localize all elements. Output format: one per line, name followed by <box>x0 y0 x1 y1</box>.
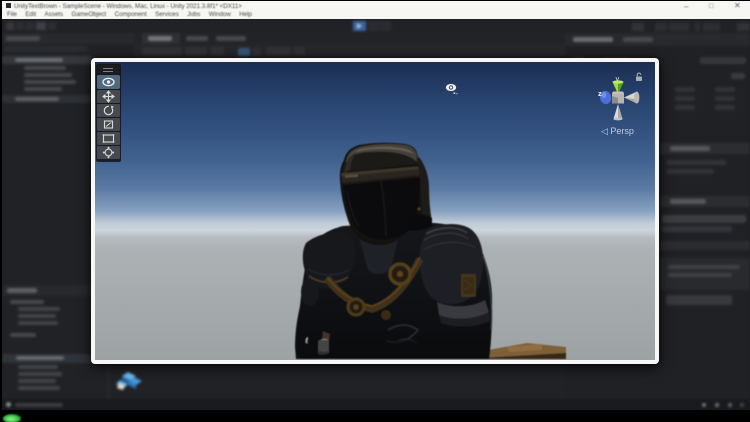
svg-text:z: z <box>598 89 602 98</box>
